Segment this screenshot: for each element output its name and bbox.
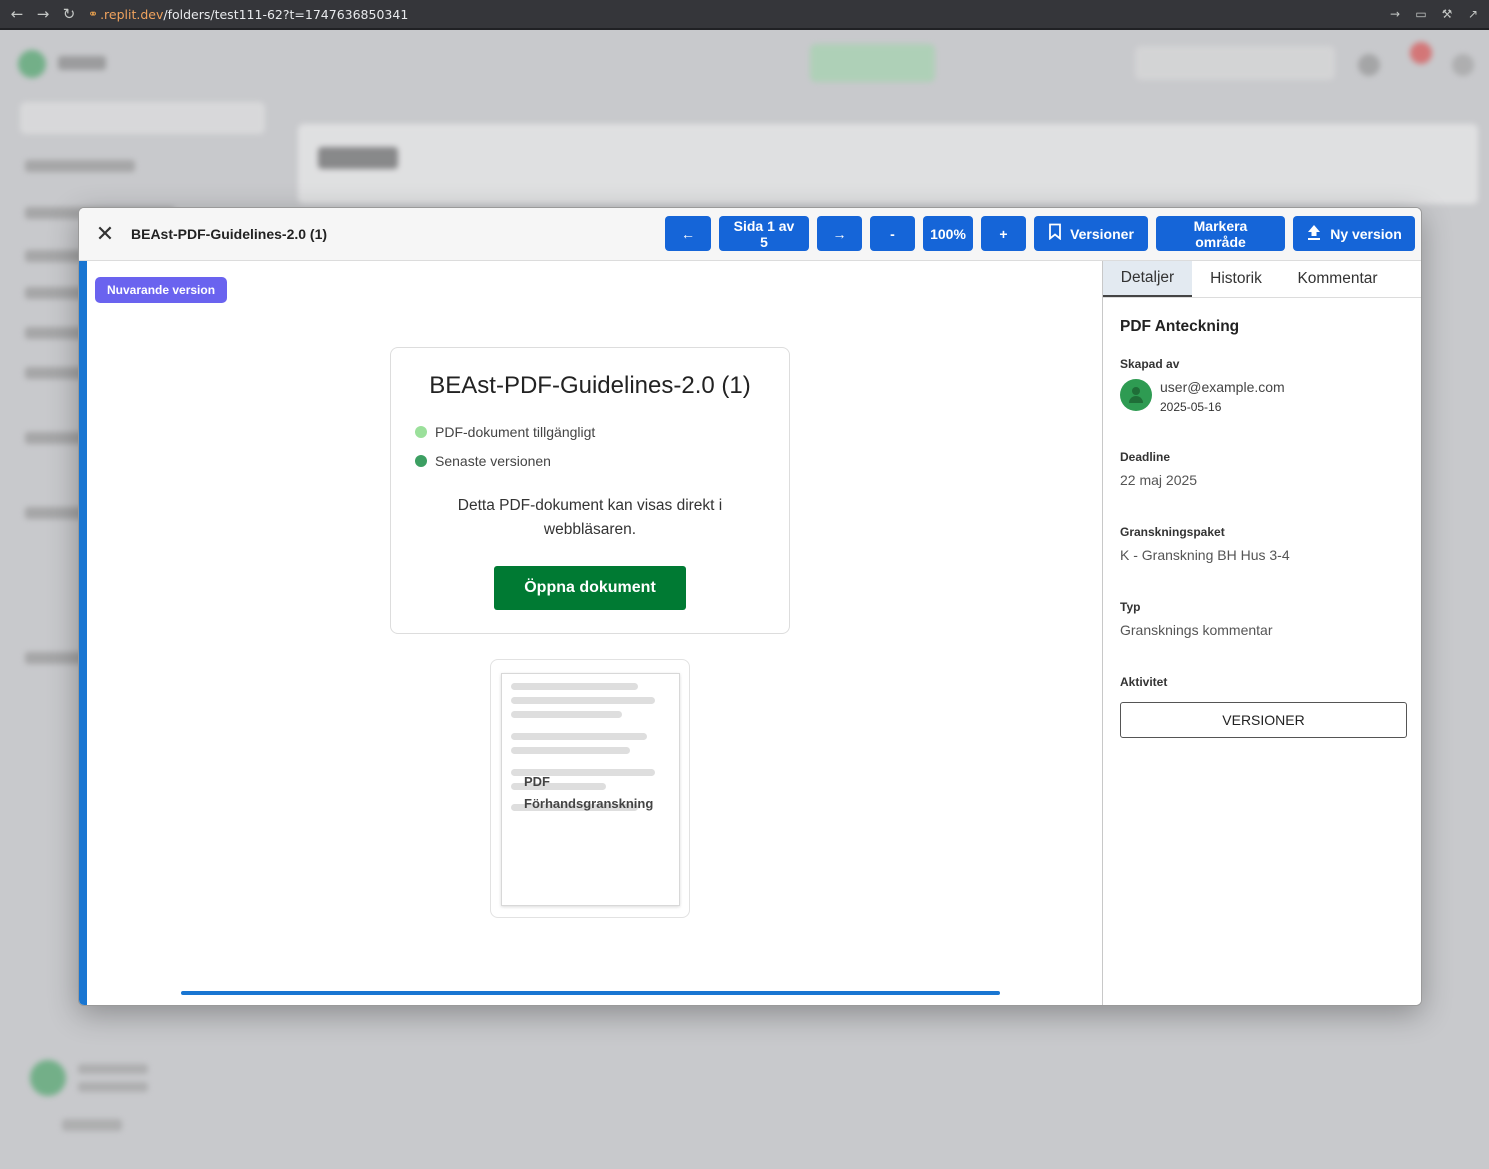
- user-icon: [1120, 379, 1152, 411]
- document-info-card: BEAst-PDF-Guidelines-2.0 (1) PDF-dokumen…: [390, 347, 790, 634]
- document-description: Detta PDF-dokument kan visas direkt i we…: [457, 497, 723, 538]
- status-latest: Senaste versionen: [415, 453, 551, 469]
- details-side-panel: Detaljer Historik Kommentar PDF Anteckni…: [1102, 261, 1421, 1005]
- viewer-accent-bar: [79, 261, 87, 1005]
- address-bar[interactable]: ⚭ .replit.dev /folders/test111-62?t=1747…: [88, 2, 1385, 26]
- external-link-icon[interactable]: ↗: [1463, 4, 1483, 24]
- tab-comment[interactable]: Kommentar: [1280, 261, 1395, 297]
- created-by-label: Skapad av: [1120, 357, 1180, 371]
- created-date: 2025-05-16: [1160, 400, 1222, 414]
- status-available: PDF-dokument tillgängligt: [415, 424, 595, 440]
- modal-header: ✕ BEAst-PDF-Guidelines-2.0 (1) ← Sida 1 …: [79, 208, 1421, 261]
- side-panel-tabs: Detaljer Historik Kommentar: [1103, 261, 1421, 298]
- page-indicator-button[interactable]: Sida 1 av 5: [719, 216, 809, 251]
- loading-progress-bar: [181, 991, 1000, 995]
- tab-history[interactable]: Historik: [1192, 261, 1280, 297]
- mark-area-button[interactable]: Markera område: [1156, 216, 1285, 251]
- document-modal: ✕ BEAst-PDF-Guidelines-2.0 (1) ← Sida 1 …: [78, 207, 1422, 1006]
- type-value: Gransknings kommentar: [1120, 622, 1273, 638]
- document-viewer: Nuvarande version BEAst-PDF-Guidelines-2…: [87, 261, 1103, 1005]
- pdf-preview-label: PDF Förhandsgranskning: [524, 774, 654, 811]
- package-value: K - Granskning BH Hus 3-4: [1120, 547, 1290, 563]
- zoom-in-button[interactable]: +: [981, 216, 1026, 251]
- pdf-preview-thumbnail: PDF Förhandsgranskning: [501, 673, 680, 906]
- reload-icon[interactable]: ↻: [56, 1, 82, 27]
- upload-icon: [1306, 223, 1322, 245]
- back-icon[interactable]: ←: [4, 1, 30, 27]
- package-label: Granskningspaket: [1120, 525, 1225, 539]
- panel-heading: PDF Anteckning: [1120, 318, 1240, 335]
- link-icon: ⚭: [88, 7, 99, 21]
- versions-button[interactable]: VERSIONER: [1120, 702, 1407, 738]
- created-by-email: user@example.com: [1160, 379, 1285, 395]
- wrench-icon[interactable]: ⚒: [1437, 4, 1457, 24]
- zoom-level-button[interactable]: 100%: [923, 216, 973, 251]
- bookmark-icon: [1048, 223, 1062, 244]
- avatar: [1120, 379, 1152, 411]
- monitor-icon[interactable]: ▭: [1411, 4, 1431, 24]
- status-latest-label: Senaste versionen: [435, 453, 551, 469]
- type-label: Typ: [1120, 600, 1141, 614]
- browser-toolbar: ← → ↻ ⚭ .replit.dev /folders/test111-62?…: [0, 0, 1489, 30]
- deadline-label: Deadline: [1120, 450, 1171, 464]
- new-version-button[interactable]: Ny version: [1293, 216, 1415, 251]
- modal-title: BEAst-PDF-Guidelines-2.0 (1): [131, 226, 328, 242]
- versions-toolbar-label: Versioner: [1070, 225, 1134, 242]
- current-version-badge: Nuvarande version: [95, 277, 228, 303]
- status-available-label: PDF-dokument tillgängligt: [435, 424, 596, 440]
- status-dot-icon: [415, 455, 427, 467]
- url-path: /folders/test111-62?t=1747636850341: [163, 6, 409, 22]
- status-dot-icon: [415, 426, 427, 438]
- pdf-preview-card[interactable]: PDF Förhandsgranskning: [490, 659, 690, 918]
- tab-details[interactable]: Detaljer: [1103, 261, 1192, 297]
- forward-icon[interactable]: →: [30, 1, 56, 27]
- next-page-button[interactable]: →: [817, 216, 862, 251]
- arrow-right-icon[interactable]: →: [1385, 4, 1405, 24]
- zoom-out-button[interactable]: -: [870, 216, 915, 251]
- new-version-label: Ny version: [1330, 225, 1402, 242]
- viewer-toolbar: ← Sida 1 av 5 → - 100% + Versioner Marke…: [665, 216, 1415, 251]
- app-logo: [18, 50, 46, 78]
- versions-toolbar-button[interactable]: Versioner: [1034, 216, 1148, 251]
- document-title: BEAst-PDF-Guidelines-2.0 (1): [429, 372, 751, 399]
- close-icon[interactable]: ✕: [92, 221, 118, 247]
- previous-page-button[interactable]: ←: [665, 216, 711, 251]
- activity-label: Aktivitet: [1120, 675, 1168, 689]
- open-document-button[interactable]: Öppna dokument: [494, 566, 686, 610]
- url-host: .replit.dev: [100, 6, 164, 22]
- deadline-value: 22 maj 2025: [1120, 472, 1198, 488]
